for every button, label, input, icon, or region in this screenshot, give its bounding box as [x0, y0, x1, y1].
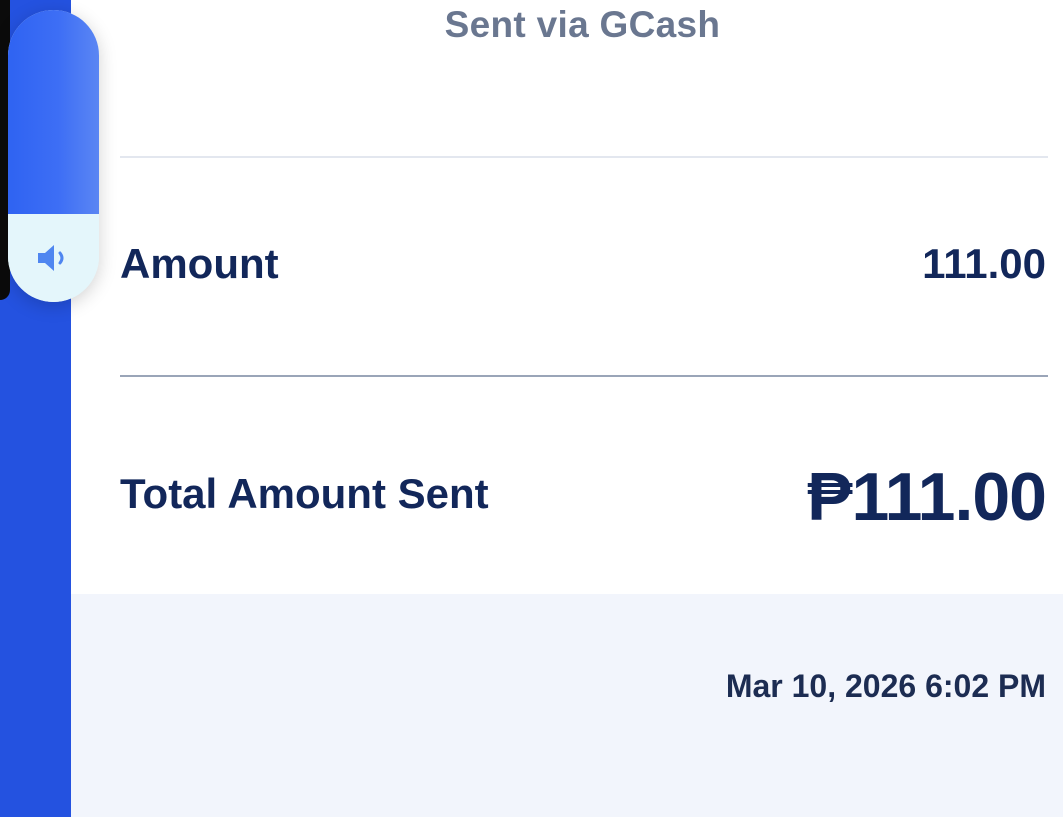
- speaker-icon: [38, 245, 64, 271]
- amount-label: Amount: [120, 240, 279, 287]
- receipt-card: Sent via GCash Amount 111.00 Total Amoun…: [71, 0, 1063, 817]
- divider: [120, 375, 1048, 377]
- amount-value: 111.00: [922, 240, 1046, 287]
- sent-via-label: Sent via GCash: [444, 4, 721, 45]
- gcash-receipt-screen: Sent via GCash Amount 111.00 Total Amoun…: [0, 0, 1063, 817]
- total-amount-label: Total Amount Sent: [120, 470, 489, 517]
- divider: [120, 156, 1048, 158]
- volume-level-fill: [8, 10, 99, 215]
- transaction-timestamp: Mar 10, 2026 6:02 PM: [725, 668, 1046, 704]
- volume-hud[interactable]: [8, 10, 99, 302]
- receipt-footer: Mar 10, 2026 6:02 PM: [71, 594, 1063, 817]
- total-amount-value: ₱111.00: [807, 459, 1047, 535]
